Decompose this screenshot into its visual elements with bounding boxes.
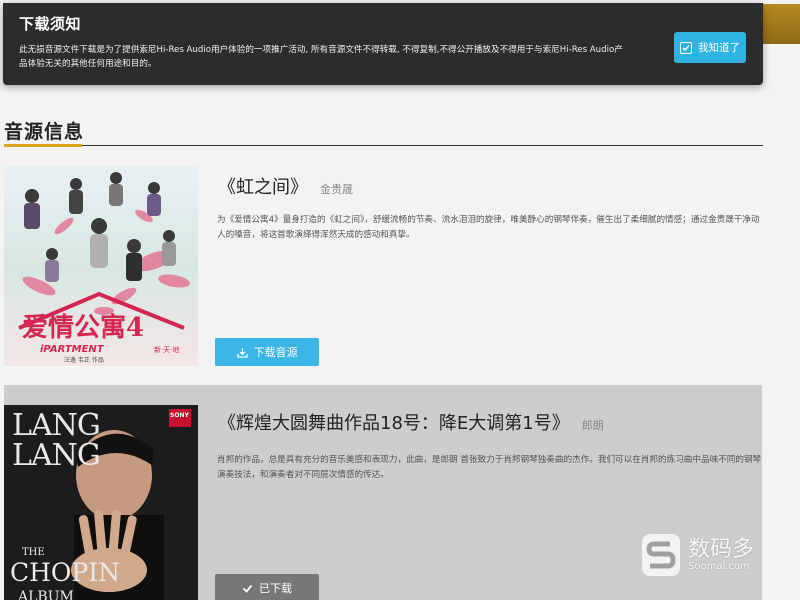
downloaded-button[interactable]: 已下载 xyxy=(215,574,319,600)
cover-corner-text: 新·天·地 xyxy=(154,345,179,354)
checkbox-icon xyxy=(680,41,692,54)
section-divider xyxy=(4,145,763,146)
header-accent-tab xyxy=(762,4,800,44)
cover-label: SONY xyxy=(170,412,189,419)
notice-body: 此无损音源文件下载是为了提供索尼Hi-Res Audio用户体验的一项推广活动,… xyxy=(19,45,623,69)
track-title: 《虹之间》 金贵晟 xyxy=(218,173,353,199)
section-title: 音源信息 xyxy=(4,121,85,143)
cover-credits: 汪逸 韦正 作品 xyxy=(64,356,104,364)
track-artist: 郎朗 xyxy=(581,419,604,432)
cover-artist-line2: LANG xyxy=(12,438,100,473)
watermark-text: 数码多 xyxy=(688,536,755,562)
track-description: 肖邦的作品，总是具有充分的音乐美感和表现力，此曲，是郎朗 首张致力于肖邦钢琴独奏… xyxy=(217,455,762,480)
cover-title: 爱情公寓4 xyxy=(22,312,144,343)
album-cover-ipartment: 爱情公寓4 iPARTMENT 新·天·地 汪逸 韦正 作品 xyxy=(4,166,198,366)
cover-subtitle: iPARTMENT xyxy=(40,344,105,355)
download-icon xyxy=(236,347,248,358)
cover-album-line1: THE xyxy=(22,547,45,558)
track-description: 为《爱情公寓4》量身打造的《虹之间》，舒缓流畅的节奏、流水泪泪的旋律，唯美静心的… xyxy=(217,215,760,240)
track-artist: 金贵晟 xyxy=(320,183,353,196)
track-title-text: 《虹之间》 xyxy=(218,177,308,198)
download-notice: 下载须知 此无损音源文件下载是为了提供索尼Hi-Res Audio用户体验的一项… xyxy=(3,3,763,85)
downloaded-label: 已下载 xyxy=(259,582,292,595)
album-cover-chopin: LANG LANG SONY THE CHOPIN ALBUM xyxy=(4,405,198,600)
cover-album-line2: CHOPIN xyxy=(10,558,120,587)
soomal-logo-icon xyxy=(642,534,680,576)
notice-confirm-button[interactable]: 我知道了 xyxy=(674,32,746,63)
track-title-text: 《辉煌大圆舞曲作品18号：降E大调第1号》 xyxy=(218,413,570,434)
track-title: 《辉煌大圆舞曲作品18号：降E大调第1号》 郎朗 xyxy=(218,409,604,435)
section-accent-bar xyxy=(4,144,82,147)
soomal-watermark: 数码多 Soomal.com xyxy=(640,530,790,580)
download-source-label: 下载音源 xyxy=(253,346,298,359)
notice-confirm-label: 我知道了 xyxy=(698,42,740,54)
check-icon xyxy=(242,584,253,593)
track-card: 爱情公寓4 iPARTMENT 新·天·地 汪逸 韦正 作品 《虹之间》 金贵晟 … xyxy=(4,164,762,370)
download-source-button[interactable]: 下载音源 xyxy=(215,338,319,366)
notice-title: 下载须知 xyxy=(19,15,82,33)
cover-album-line3: ALBUM xyxy=(17,589,74,600)
watermark-sub: Soomal.com xyxy=(688,560,750,572)
